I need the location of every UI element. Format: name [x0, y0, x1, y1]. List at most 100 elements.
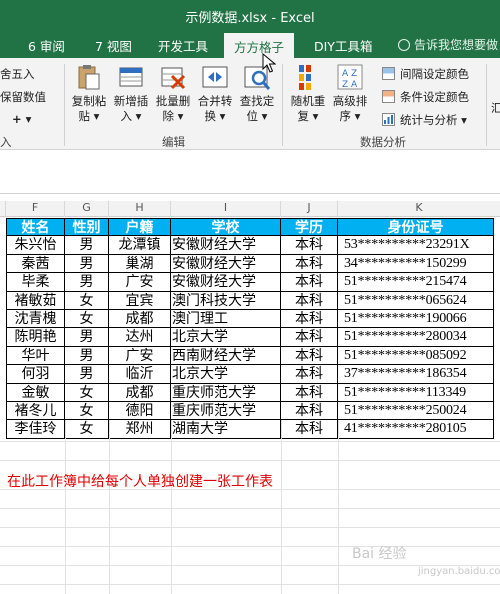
- column-header-row: F G H I J K: [0, 201, 500, 217]
- header-cell-id[interactable]: 身份证号: [338, 218, 494, 237]
- batch-delete-button[interactable]: 批量删 除 ▾: [152, 62, 194, 124]
- cell-school[interactable]: 北京大学: [171, 365, 281, 384]
- cell-hometown[interactable]: 广安: [109, 346, 171, 366]
- tab-view[interactable]: 7 视图: [95, 36, 132, 55]
- cell-hometown[interactable]: 临沂: [109, 365, 171, 384]
- cell-education[interactable]: 本科: [281, 365, 338, 384]
- column-header-i[interactable]: I: [171, 201, 281, 217]
- header-cell-education[interactable]: 学历: [281, 218, 338, 237]
- merge-convert-button[interactable]: 合并转 换 ▾: [194, 62, 236, 124]
- cell-gender[interactable]: 男: [65, 254, 109, 274]
- cell-education[interactable]: 本科: [281, 420, 338, 439]
- cell-id-number[interactable]: 51**********085092: [338, 346, 494, 366]
- cell-education[interactable]: 本科: [281, 310, 338, 329]
- cell-school[interactable]: 重庆师范大学: [171, 402, 281, 421]
- cell-id-number[interactable]: 51**********215474: [338, 273, 494, 292]
- interval-color-button[interactable]: 间隔设定颜色: [400, 66, 469, 82]
- cell-name[interactable]: 朱兴怡: [6, 236, 65, 255]
- cell-school[interactable]: 湖南大学: [171, 420, 281, 439]
- interval-color-icon: [382, 67, 395, 80]
- cell-gender[interactable]: 女: [65, 291, 109, 310]
- column-header-j[interactable]: J: [281, 201, 338, 217]
- cell-school[interactable]: 澳门理工: [171, 310, 281, 329]
- cell-gender[interactable]: 男: [65, 328, 109, 347]
- cell-name[interactable]: 褚敏茹: [6, 291, 65, 310]
- cell-hometown[interactable]: 龙潭镇: [109, 236, 171, 255]
- cell-id-number[interactable]: 34**********150299: [338, 254, 494, 274]
- random-repeat-button[interactable]: 随机重 复 ▾: [287, 62, 329, 124]
- cell-school[interactable]: 北京大学: [171, 328, 281, 347]
- cell-school[interactable]: 安徽财经大学: [171, 254, 281, 274]
- summary-button-partial[interactable]: 汇: [491, 100, 500, 116]
- gridline: [0, 508, 500, 509]
- column-header-f[interactable]: F: [6, 201, 65, 217]
- tab-developer[interactable]: 开发工具: [158, 36, 208, 55]
- cell-education[interactable]: 本科: [281, 236, 338, 255]
- cell-gender[interactable]: 男: [65, 365, 109, 384]
- column-header-g[interactable]: G: [65, 201, 109, 217]
- cell-school[interactable]: 澳门科技大学: [171, 291, 281, 310]
- cell-education[interactable]: 本科: [281, 254, 338, 274]
- cell-id-number[interactable]: 51**********113349: [338, 383, 494, 402]
- header-cell-name[interactable]: 姓名: [6, 218, 65, 237]
- cell-hometown[interactable]: 宜宾: [109, 291, 171, 310]
- copy-paste-button[interactable]: 复制粘 贴 ▾: [68, 62, 110, 124]
- tab-review[interactable]: 6 审阅: [28, 36, 65, 55]
- cell-name[interactable]: 陈明艳: [6, 328, 65, 347]
- cell-name[interactable]: 沈青槐: [6, 310, 65, 329]
- cell-id-number[interactable]: 41**********280105: [338, 420, 494, 439]
- tab-fangfang-gezi[interactable]: 方方格子: [224, 33, 295, 58]
- cell-hometown[interactable]: 达州: [109, 328, 171, 347]
- cell-school[interactable]: 西南财经大学: [171, 346, 281, 366]
- plus-dropdown[interactable]: + ▾: [12, 112, 31, 126]
- cell-gender[interactable]: 女: [65, 420, 109, 439]
- cell-gender[interactable]: 女: [65, 402, 109, 421]
- cell-education[interactable]: 本科: [281, 346, 338, 366]
- cell-id-number[interactable]: 51**********280034: [338, 328, 494, 347]
- cell-hometown[interactable]: 德阳: [109, 402, 171, 421]
- column-header-k[interactable]: K: [338, 201, 500, 217]
- advanced-sort-button[interactable]: A Z Z A 高级排 序 ▾: [329, 62, 371, 124]
- cell-gender[interactable]: 男: [65, 346, 109, 366]
- cell-name[interactable]: 毕柔: [6, 273, 65, 292]
- cell-name[interactable]: 褚冬儿: [6, 402, 65, 421]
- column-header-h[interactable]: H: [109, 201, 171, 217]
- condition-color-button[interactable]: 条件设定颜色: [400, 89, 469, 105]
- cell-gender[interactable]: 女: [65, 383, 109, 402]
- statistics-analysis-button[interactable]: 统计与分析 ▾: [400, 112, 467, 128]
- cell-education[interactable]: 本科: [281, 402, 338, 421]
- cell-hometown[interactable]: 广安: [109, 273, 171, 292]
- cell-name[interactable]: 华叶: [6, 346, 65, 366]
- cell-hometown[interactable]: 成都: [109, 383, 171, 402]
- cell-education[interactable]: 本科: [281, 328, 338, 347]
- cell-hometown[interactable]: 郑州: [109, 420, 171, 439]
- round-button-label[interactable]: 舍五入: [0, 66, 35, 82]
- cell-name[interactable]: 何羽: [6, 365, 65, 384]
- insert-button[interactable]: 新增插 入 ▾: [110, 62, 152, 124]
- cell-school[interactable]: 重庆师范大学: [171, 383, 281, 402]
- cell-name[interactable]: 李佳玲: [6, 420, 65, 439]
- cell-gender[interactable]: 男: [65, 273, 109, 292]
- cell-name[interactable]: 金敏: [6, 383, 65, 402]
- cell-id-number[interactable]: 51**********065624: [338, 291, 494, 310]
- header-cell-hometown[interactable]: 户籍: [109, 218, 171, 237]
- cell-school[interactable]: 安徽财经大学: [171, 273, 281, 292]
- cell-education[interactable]: 本科: [281, 383, 338, 402]
- cell-education[interactable]: 本科: [281, 291, 338, 310]
- keep-values-label[interactable]: 保留数值: [0, 89, 46, 105]
- tab-diy-toolbox[interactable]: DIY工具箱: [314, 36, 372, 55]
- cell-id-number[interactable]: 51**********250024: [338, 402, 494, 421]
- cell-id-number[interactable]: 37**********186354: [338, 365, 494, 384]
- cell-hometown[interactable]: 巢湖: [109, 254, 171, 274]
- cell-school[interactable]: 安徽财经大学: [171, 236, 281, 255]
- tell-me-box[interactable]: 告诉我您想要做: [398, 36, 498, 53]
- cell-name[interactable]: 秦茜: [6, 254, 65, 274]
- cell-education[interactable]: 本科: [281, 273, 338, 292]
- cell-id-number[interactable]: 51**********190066: [338, 310, 494, 329]
- header-cell-school[interactable]: 学校: [171, 218, 281, 237]
- cell-hometown[interactable]: 成都: [109, 310, 171, 329]
- header-cell-gender[interactable]: 性别: [65, 218, 109, 237]
- cell-gender[interactable]: 女: [65, 310, 109, 329]
- cell-gender[interactable]: 男: [65, 236, 109, 255]
- cell-id-number[interactable]: 53**********23291X: [338, 236, 494, 255]
